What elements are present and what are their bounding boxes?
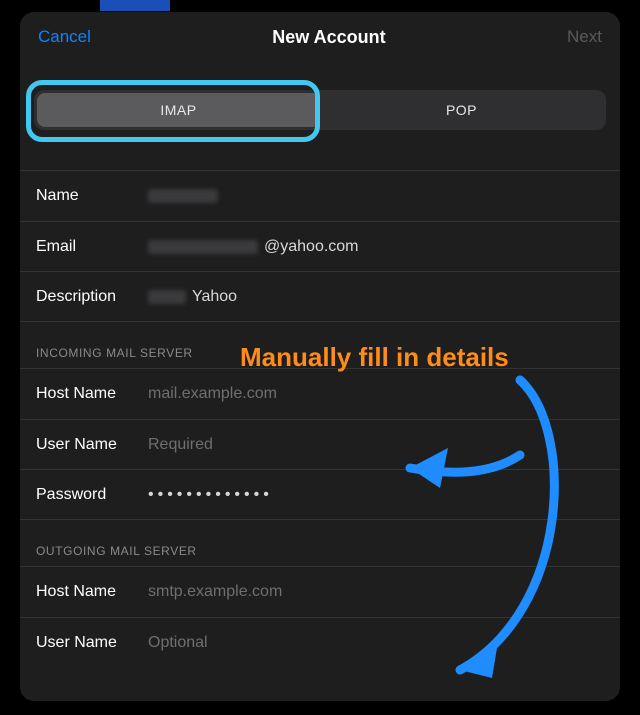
description-suffix: Yahoo	[192, 288, 237, 306]
description-label: Description	[36, 288, 148, 306]
nav-bar: Cancel New Account Next	[20, 12, 620, 62]
outgoing-user-row[interactable]: User Name	[20, 617, 620, 667]
outgoing-host-label: Host Name	[36, 583, 148, 601]
outgoing-user-input[interactable]	[148, 634, 604, 652]
name-label: Name	[36, 187, 148, 205]
protocol-segmented-control[interactable]: IMAP POP	[34, 90, 606, 130]
incoming-host-row[interactable]: Host Name	[20, 369, 620, 419]
incoming-password-row[interactable]: Password •••••••••••••	[20, 469, 620, 519]
redacted-name	[148, 189, 218, 203]
incoming-user-label: User Name	[36, 436, 148, 454]
incoming-password-value: •••••••••••••	[148, 486, 604, 504]
incoming-header: INCOMING MAIL SERVER	[20, 322, 620, 368]
email-label: Email	[36, 238, 148, 256]
incoming-password-label: Password	[36, 486, 148, 504]
name-row[interactable]: Name	[20, 171, 620, 221]
page-title: New Account	[272, 27, 385, 48]
outgoing-header: OUTGOING MAIL SERVER	[20, 520, 620, 566]
new-account-sheet: Cancel New Account Next IMAP POP Name Em…	[20, 12, 620, 701]
redacted-email-local	[148, 240, 258, 254]
name-value	[148, 189, 604, 203]
redacted-description-prefix	[148, 290, 186, 304]
outgoing-user-label: User Name	[36, 634, 148, 652]
cancel-button[interactable]: Cancel	[38, 27, 91, 47]
incoming-host-label: Host Name	[36, 385, 148, 403]
outgoing-host-row[interactable]: Host Name	[20, 567, 620, 617]
incoming-host-input[interactable]	[148, 385, 604, 403]
screenshot-canvas: Cancel New Account Next IMAP POP Name Em…	[0, 0, 640, 715]
incoming-group: Host Name User Name Password •••••••••••…	[20, 368, 620, 520]
segment-pop[interactable]: POP	[320, 93, 603, 127]
outgoing-host-input[interactable]	[148, 583, 604, 601]
email-row[interactable]: Email @yahoo.com	[20, 221, 620, 271]
description-value: Yahoo	[148, 288, 604, 306]
outgoing-group: Host Name User Name	[20, 566, 620, 667]
incoming-user-input[interactable]	[148, 436, 604, 454]
incoming-user-row[interactable]: User Name	[20, 419, 620, 469]
account-info-group: Name Email @yahoo.com Description Yahoo	[20, 170, 620, 322]
next-button[interactable]: Next	[567, 27, 602, 47]
email-domain: @yahoo.com	[264, 238, 359, 256]
segment-imap[interactable]: IMAP	[37, 93, 320, 127]
email-value: @yahoo.com	[148, 238, 604, 256]
description-row[interactable]: Description Yahoo	[20, 271, 620, 321]
